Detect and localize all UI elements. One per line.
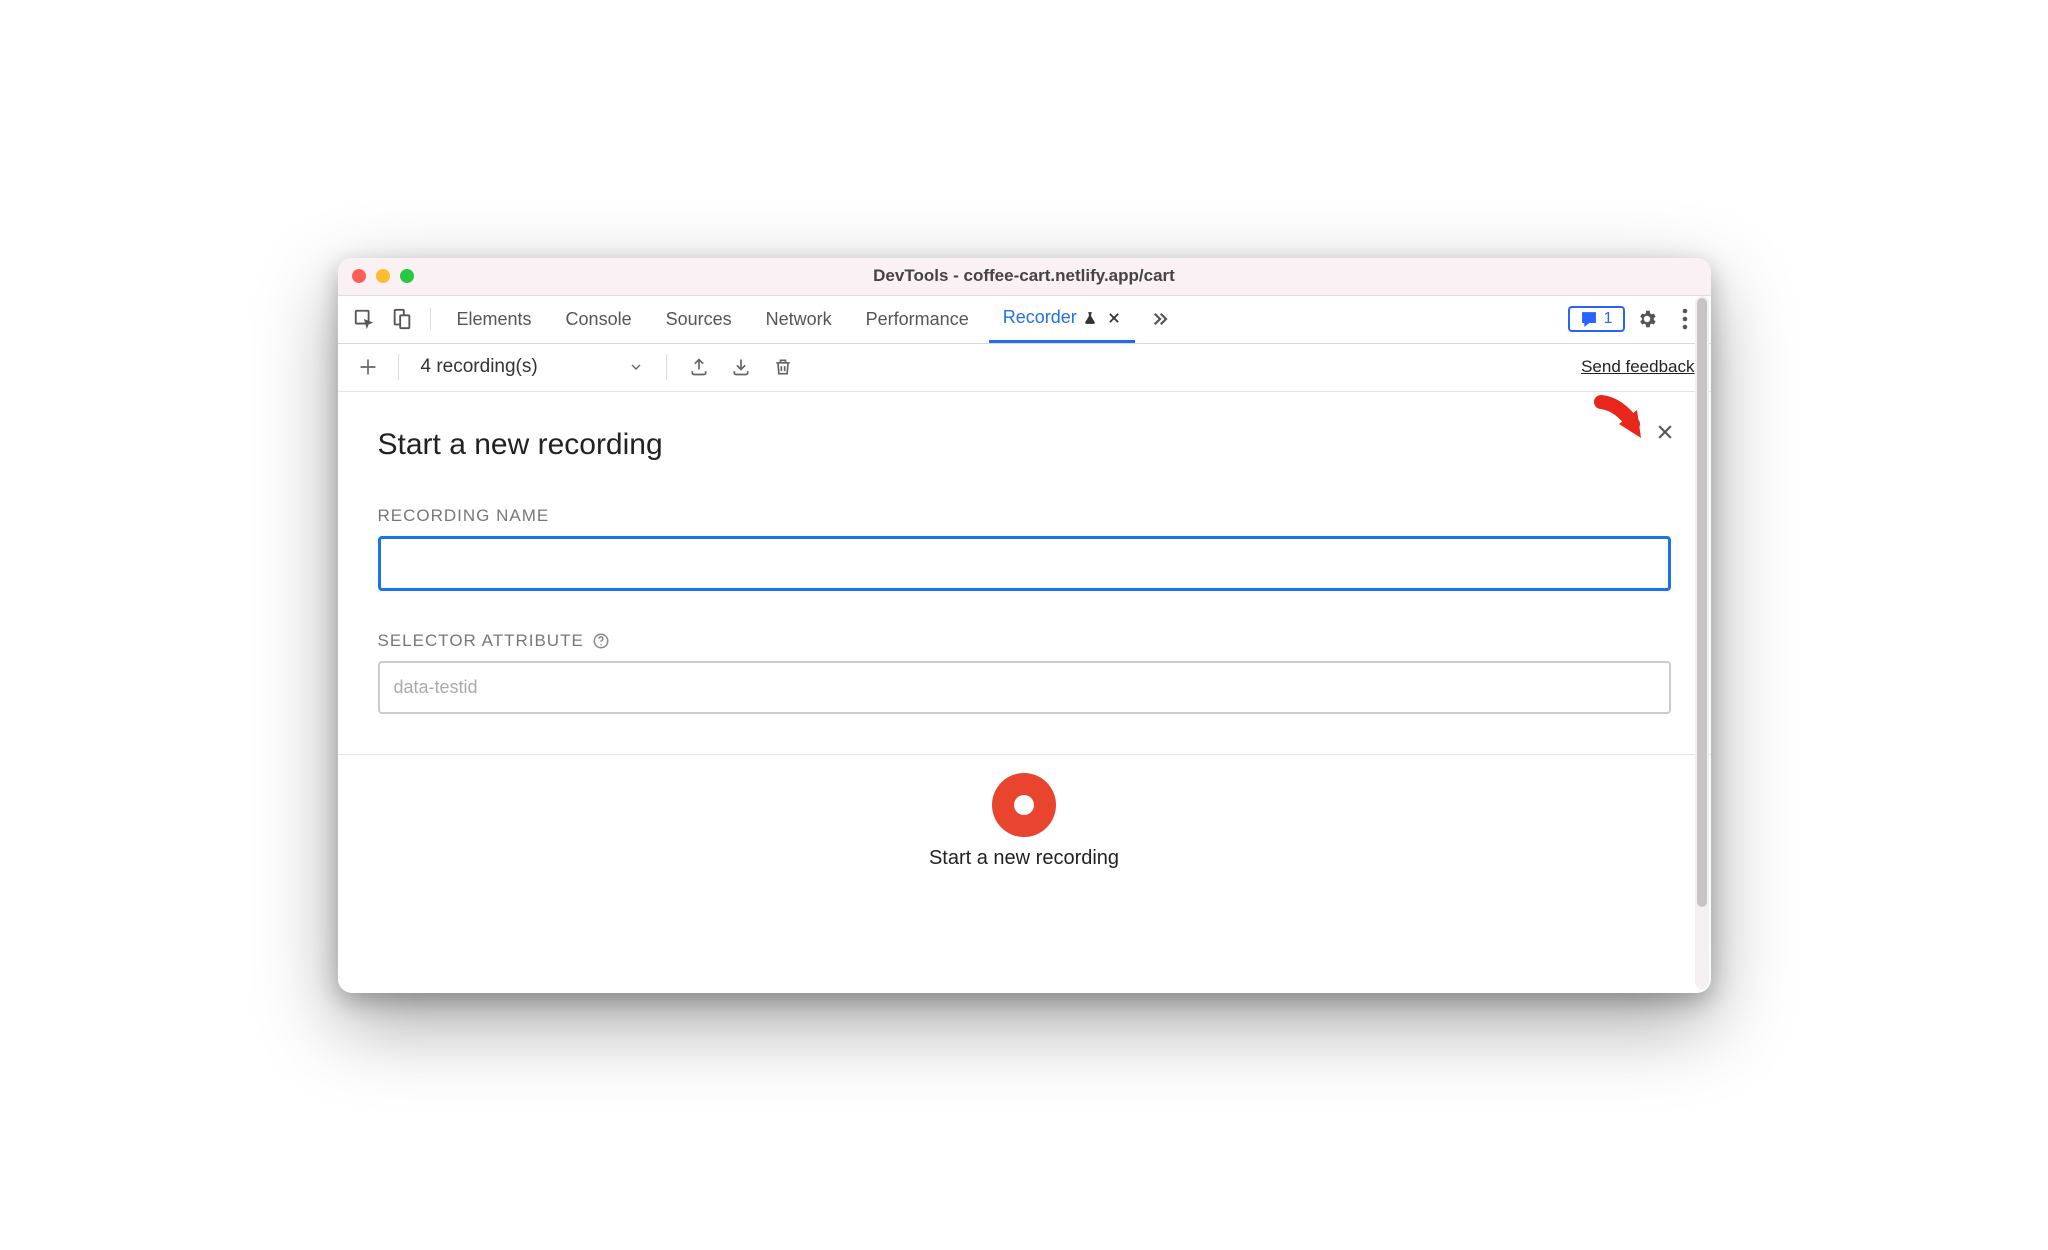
settings-button[interactable] (1631, 303, 1663, 335)
tab-recorder[interactable]: Recorder (989, 295, 1135, 343)
experiment-flask-icon (1083, 311, 1097, 325)
tab-label: Elements (457, 309, 532, 330)
titlebar: DevTools - coffee-cart.netlify.app/cart (338, 258, 1711, 296)
tab-sources[interactable]: Sources (652, 295, 746, 343)
selector-attribute-label-text: SELECTOR ATTRIBUTE (378, 631, 584, 651)
inspect-element-icon[interactable] (348, 303, 380, 335)
tab-close-icon[interactable] (1103, 311, 1121, 325)
tab-console[interactable]: Console (552, 295, 646, 343)
tab-label: Performance (866, 309, 969, 330)
tab-label: Console (566, 309, 632, 330)
devtools-window: DevTools - coffee-cart.netlify.app/cart … (338, 258, 1711, 993)
start-recording-panel: Start a new recording RECORDING NAME SEL… (338, 392, 1711, 714)
start-recording-button[interactable] (992, 773, 1056, 837)
close-panel-button[interactable] (1655, 422, 1675, 442)
record-icon (1014, 795, 1034, 815)
chevron-down-icon (628, 359, 644, 375)
selector-attribute-input[interactable] (378, 661, 1671, 714)
recording-name-field: RECORDING NAME (378, 506, 1671, 591)
scrollbar-thumb[interactable] (1697, 298, 1707, 908)
help-icon[interactable] (592, 632, 610, 650)
divider (430, 308, 431, 330)
tab-label: Sources (666, 309, 732, 330)
recorder-content: Start a new recording RECORDING NAME SEL… (338, 392, 1711, 993)
send-feedback-link[interactable]: Send feedback (1581, 357, 1694, 377)
dropdown-label: 4 recording(s) (421, 356, 538, 378)
export-button[interactable] (683, 351, 715, 383)
device-toolbar-icon[interactable] (386, 303, 418, 335)
tab-label: Network (766, 309, 832, 330)
delete-button[interactable] (767, 351, 799, 383)
tab-elements[interactable]: Elements (443, 295, 546, 343)
selector-attribute-field: SELECTOR ATTRIBUTE (378, 631, 1671, 714)
devtools-tabbar: Elements Console Sources Network Perform… (338, 296, 1711, 344)
selector-attribute-label: SELECTOR ATTRIBUTE (378, 631, 1671, 651)
tab-label: Recorder (1003, 307, 1077, 328)
divider (398, 354, 399, 380)
window-title: DevTools - coffee-cart.netlify.app/cart (338, 266, 1711, 286)
scrollbar[interactable] (1695, 296, 1709, 989)
issues-count: 1 (1604, 310, 1613, 328)
more-tabs-button[interactable] (1141, 310, 1179, 328)
import-button[interactable] (725, 351, 757, 383)
new-recording-button[interactable] (354, 351, 382, 383)
recordings-dropdown[interactable]: 4 recording(s) (415, 356, 650, 378)
recording-name-label: RECORDING NAME (378, 506, 1671, 526)
divider (666, 354, 667, 380)
recorder-footer: Start a new recording (338, 754, 1711, 876)
issues-counter[interactable]: 1 (1568, 306, 1625, 332)
recording-name-input[interactable] (378, 536, 1671, 591)
tab-network[interactable]: Network (752, 295, 846, 343)
tab-performance[interactable]: Performance (852, 295, 983, 343)
recorder-toolbar: 4 recording(s) Send feedback (338, 344, 1711, 392)
start-recording-label: Start a new recording (929, 847, 1119, 870)
panel-title: Start a new recording (378, 428, 1671, 462)
